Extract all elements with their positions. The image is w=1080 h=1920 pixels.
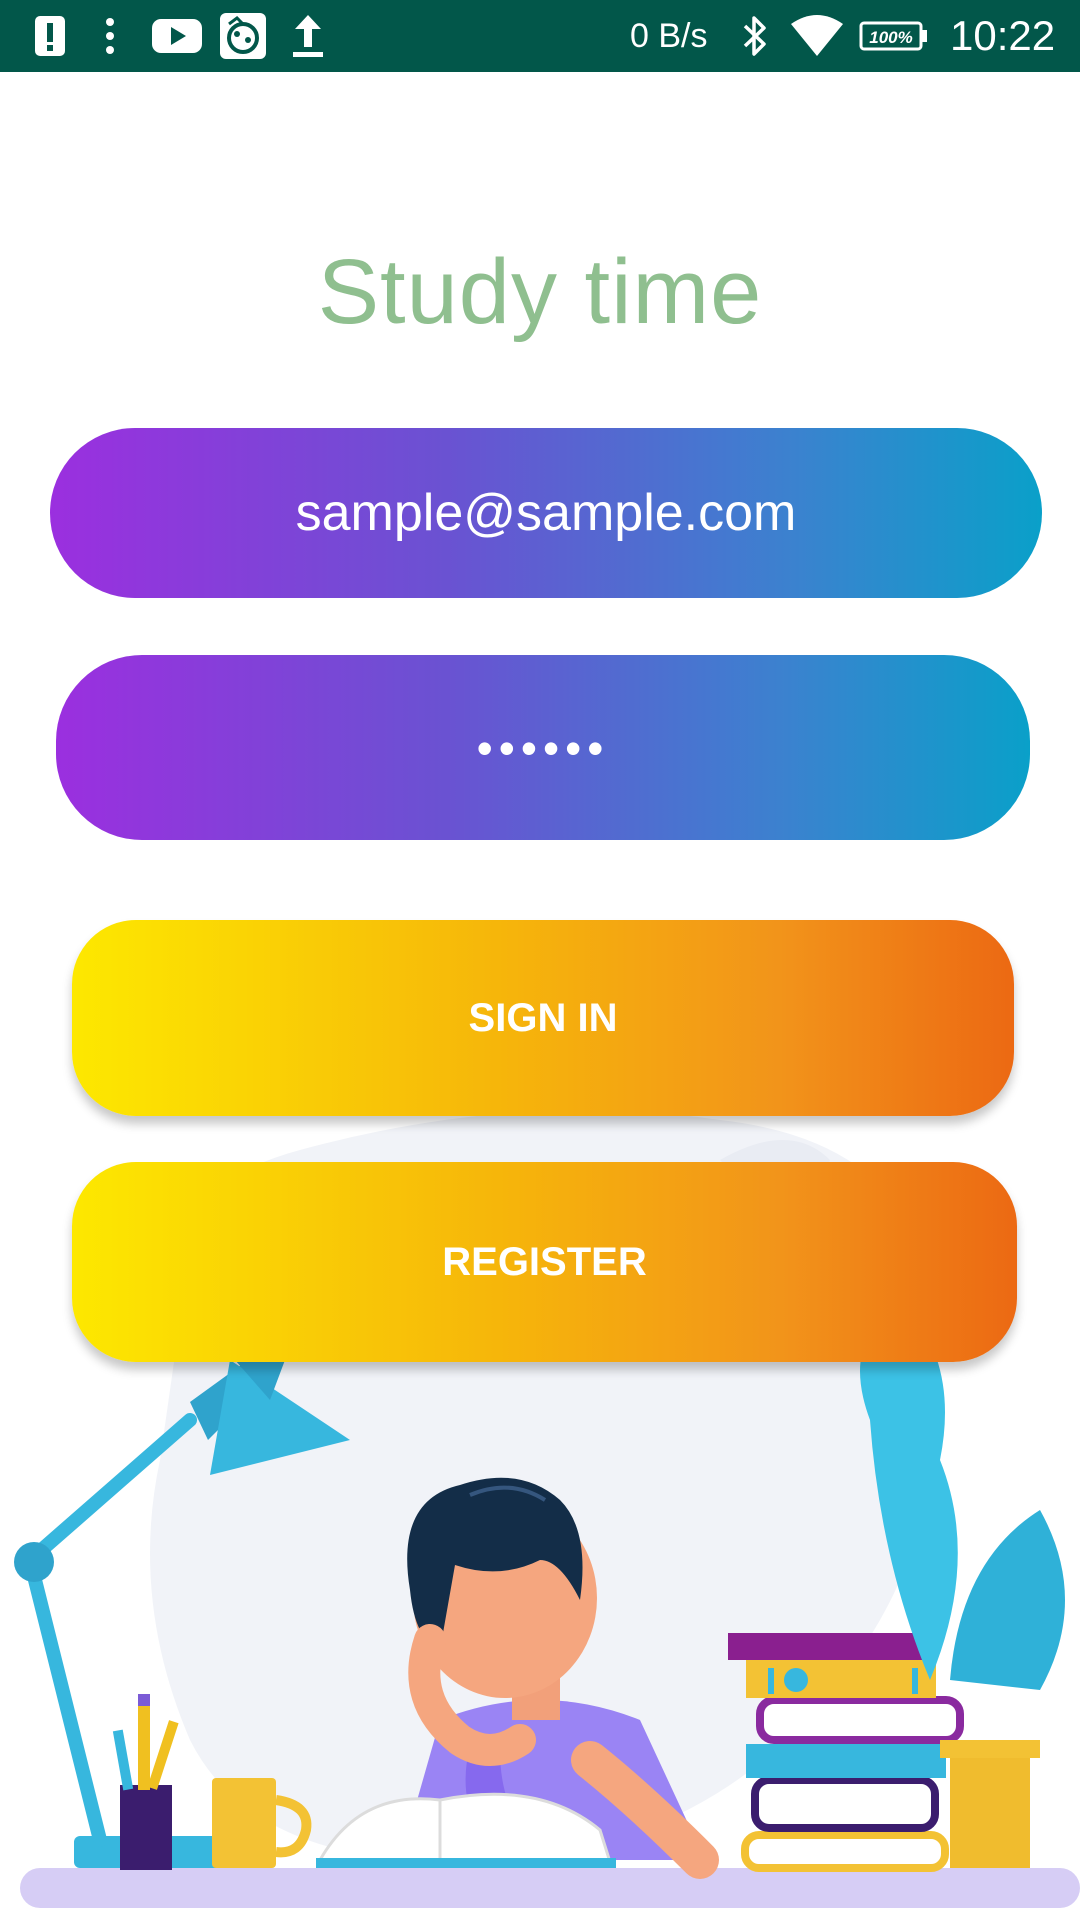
book-stack — [728, 1633, 964, 1872]
battery-level: 100% — [869, 28, 912, 47]
app-title: Study time — [317, 241, 763, 343]
register-label: REGISTER — [442, 1239, 647, 1284]
bluetooth-icon — [738, 10, 772, 62]
network-speed: 0 B/s — [630, 17, 708, 55]
email-value: sample@sample.com — [295, 484, 797, 542]
app-icon — [218, 10, 268, 62]
sign-in-button[interactable]: SIGN IN — [72, 920, 1014, 1116]
sign-in-label: SIGN IN — [468, 995, 618, 1040]
password-value: •••••• — [476, 721, 610, 774]
clock: 10:22 — [950, 12, 1056, 59]
battery-icon: 100% — [858, 10, 930, 62]
password-field[interactable]: •••••• — [56, 655, 1030, 840]
pencil-cup — [112, 1694, 179, 1870]
register-button[interactable]: REGISTER — [72, 1162, 1017, 1362]
status-bar: 0 B/s 100% 10:22 — [0, 0, 1080, 72]
youtube-icon — [150, 10, 204, 62]
email-field[interactable]: sample@sample.com — [50, 428, 1042, 598]
desk — [20, 1868, 1080, 1908]
alert-icon — [32, 10, 68, 62]
more-vert-icon — [100, 10, 120, 62]
upload-icon — [290, 10, 326, 62]
wifi-icon — [788, 10, 846, 62]
